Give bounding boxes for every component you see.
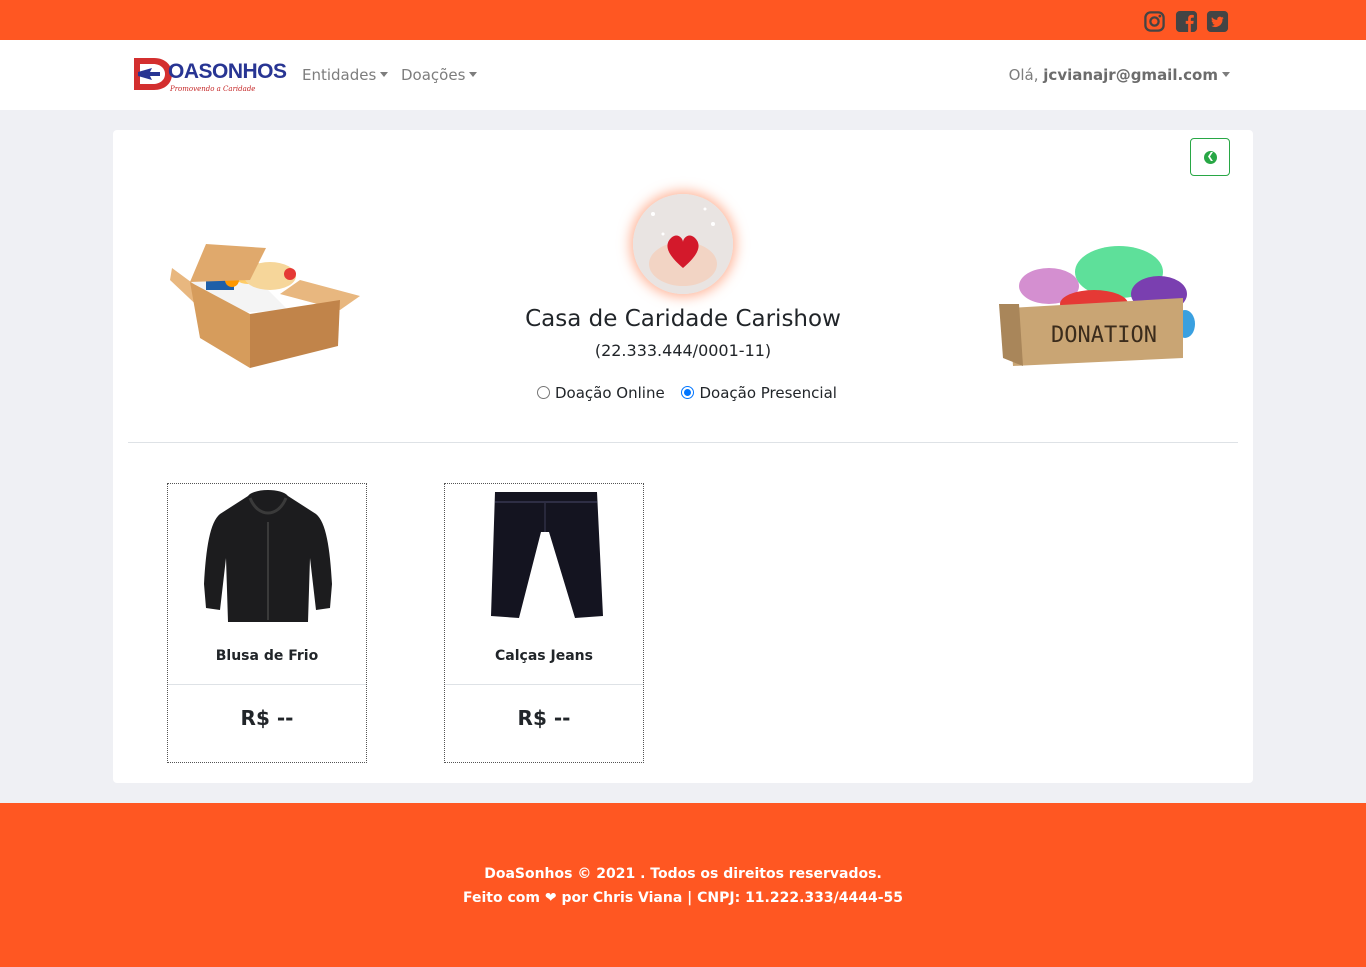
radio-online[interactable]: Doação Online bbox=[537, 384, 677, 402]
user-greeting: Olá, bbox=[1008, 66, 1039, 84]
product-divider bbox=[445, 684, 643, 685]
logo-tagline: Promovendo a Caridade bbox=[170, 85, 256, 93]
donation-type-group: Doação Online Doação Presencial bbox=[537, 384, 849, 402]
nav-doacoes-label: Doações bbox=[401, 66, 466, 84]
chevron-down-icon bbox=[1222, 72, 1230, 77]
radio-online-label[interactable]: Doação Online bbox=[555, 384, 665, 402]
logo-text: OASONHOS bbox=[168, 60, 287, 83]
jeans-image bbox=[491, 492, 603, 618]
product-name: Calças Jeans bbox=[495, 648, 593, 664]
donation-box-label: DONATION bbox=[1051, 323, 1157, 348]
nav-entidades-label: Entidades bbox=[302, 66, 377, 84]
footer: DoaSonhos © 2021 . Todos os direitos res… bbox=[0, 803, 1366, 967]
radio-presencial-label[interactable]: Doação Presencial bbox=[699, 384, 836, 402]
arrow-left-circle-icon: ❮ bbox=[1204, 151, 1217, 164]
chevron-down-icon bbox=[380, 72, 389, 77]
twitter-icon[interactable] bbox=[1206, 10, 1229, 33]
radio-presencial-input[interactable] bbox=[681, 386, 695, 399]
instagram-icon[interactable] bbox=[1143, 10, 1166, 33]
product-divider bbox=[168, 684, 366, 685]
product-name: Blusa de Frio bbox=[215, 648, 319, 664]
user-email: jcvianajr@gmail.com bbox=[1043, 66, 1218, 84]
back-button[interactable]: ❮ bbox=[1190, 138, 1230, 176]
radio-presencial[interactable]: Doação Presencial bbox=[681, 384, 848, 402]
entity-card: ❮ Casa de Caridade Carishow (22.333.444/… bbox=[113, 130, 1253, 783]
section-divider bbox=[128, 442, 1238, 443]
nav-entidades-dropdown[interactable]: Entidades bbox=[302, 66, 389, 84]
footer-credits-prefix: Feito com bbox=[462, 890, 540, 906]
user-menu-dropdown[interactable]: Olá, jcvianajr@gmail.com bbox=[1009, 66, 1230, 84]
facebook-icon[interactable] bbox=[1175, 10, 1198, 33]
radio-online-input[interactable] bbox=[537, 386, 550, 399]
footer-copyright: DoaSonhos © 2021 . Todos os direitos res… bbox=[484, 866, 882, 882]
footer-credits: Feito com ❤ por Chris Viana | CNPJ: 11.2… bbox=[0, 890, 1366, 906]
product-price: R$ -- bbox=[517, 706, 571, 730]
donation-box-image: DONATION bbox=[999, 246, 1195, 366]
nav-doacoes-dropdown[interactable]: Doações bbox=[401, 66, 478, 84]
footer-credits-suffix: por Chris Viana | CNPJ: 11.222.333/4444-… bbox=[561, 890, 904, 906]
product-card[interactable]: Calças Jeans R$ -- bbox=[444, 483, 644, 763]
logo[interactable]: OASONHOS Promovendo a Caridade bbox=[130, 52, 287, 98]
product-price: R$ -- bbox=[240, 706, 294, 730]
top-bar bbox=[0, 0, 1366, 40]
hoodie-image bbox=[204, 490, 332, 622]
heart-icon: ❤ bbox=[544, 890, 557, 906]
chevron-down-icon bbox=[469, 72, 478, 77]
product-card[interactable]: Blusa de Frio R$ -- bbox=[167, 483, 367, 763]
entity-avatar bbox=[633, 194, 733, 294]
navbar: OASONHOS Promovendo a Caridade Entidades… bbox=[0, 40, 1366, 110]
